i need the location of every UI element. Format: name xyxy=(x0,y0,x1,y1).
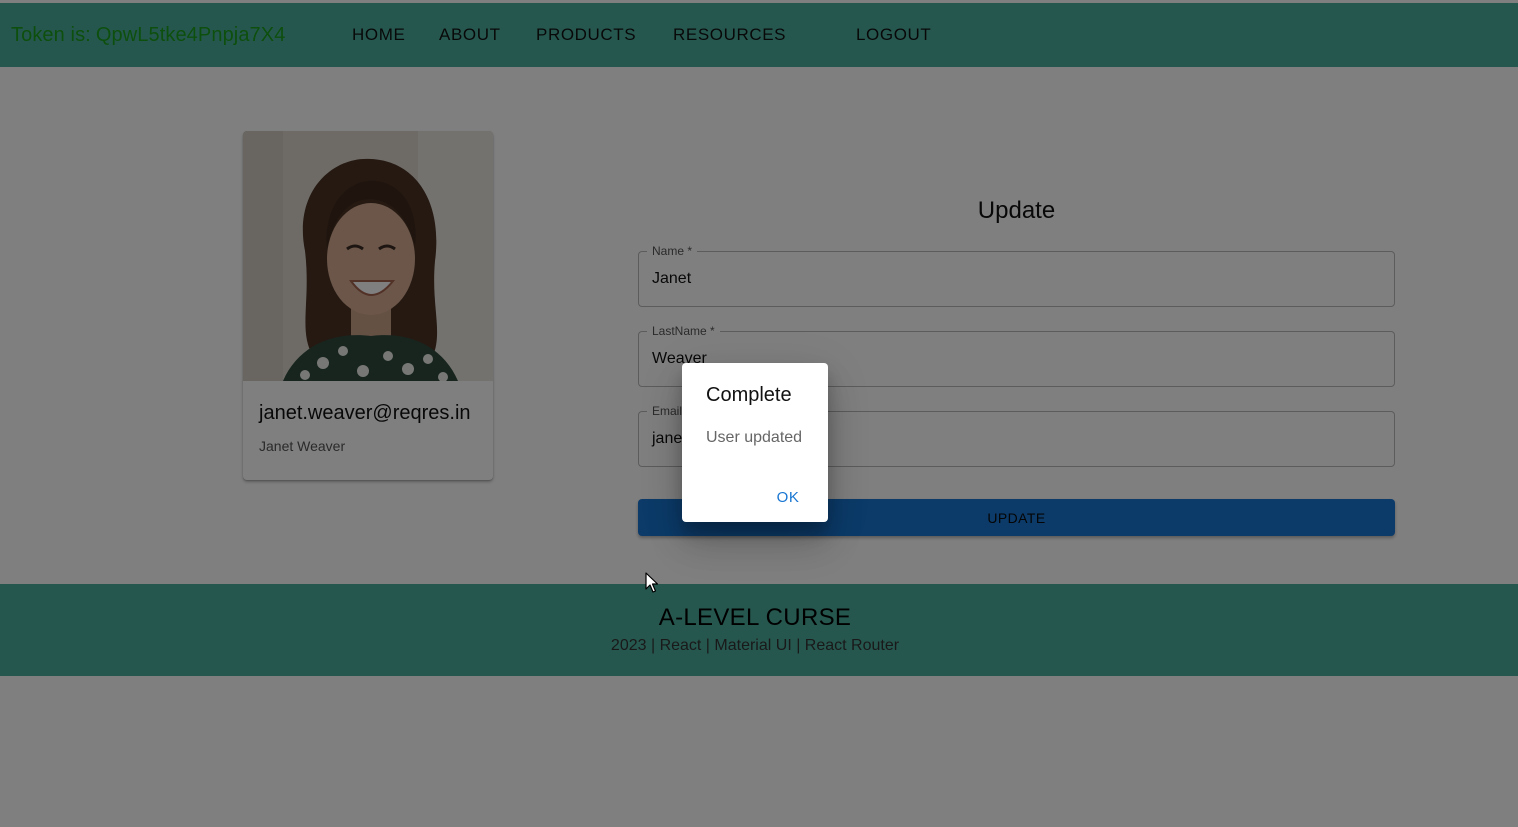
dialog-message: User updated xyxy=(706,429,803,446)
mouse-pointer-icon xyxy=(645,572,659,593)
dialog-title: Complete xyxy=(706,384,792,406)
complete-dialog: Complete User updated OK xyxy=(682,363,828,522)
dialog-ok-button[interactable]: OK xyxy=(770,484,806,510)
